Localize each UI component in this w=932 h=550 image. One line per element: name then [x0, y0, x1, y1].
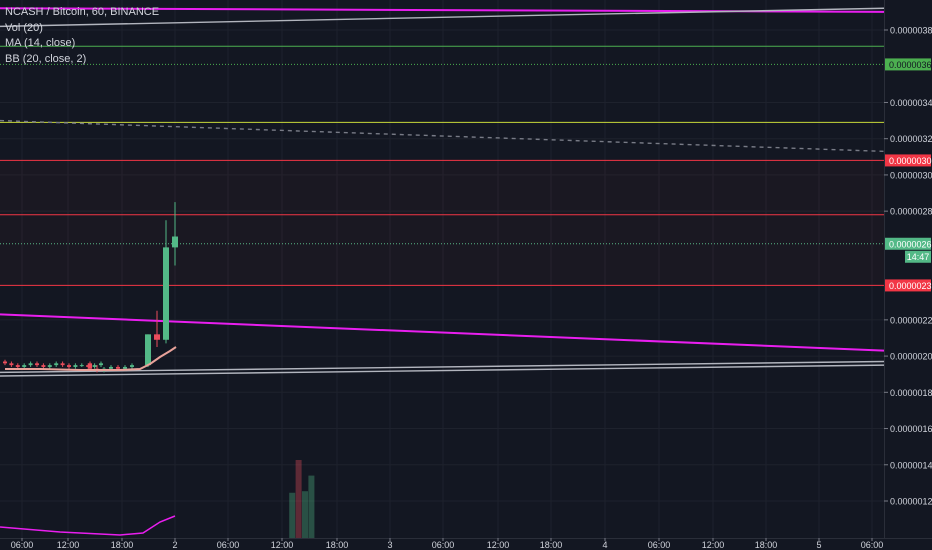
time-tick-label: 18:00: [326, 540, 349, 550]
time-axis[interactable]: 06:00 12:00 18:00 2 06:00 12:00 18:00 3 06:00 12:…: [0, 538, 932, 550]
volume-indicator-label[interactable]: Vol (20): [5, 21, 159, 37]
price-tick-label: 0.00000380: [890, 26, 932, 36]
candle-body[interactable]: [123, 366, 127, 369]
time-tick-label: 5: [816, 540, 821, 550]
price-tick-label: 0.00000280: [890, 207, 932, 217]
candle-body[interactable]: [109, 366, 113, 369]
time-tick-label: 12:00: [271, 540, 294, 550]
price-tick-label: 0.00000120: [890, 497, 932, 507]
candle-body[interactable]: [41, 365, 46, 367]
candle-body[interactable]: [67, 365, 71, 367]
candle-body[interactable]: [92, 365, 97, 367]
price-tick-label: 0.00000160: [890, 424, 932, 434]
time-tick-label: 18:00: [755, 540, 778, 550]
candle-body[interactable]: [9, 363, 14, 366]
volume-bar: [308, 475, 315, 538]
time-tick-label: 06:00: [648, 540, 671, 550]
candle-body[interactable]: [154, 334, 160, 340]
volume-bar: [302, 491, 308, 538]
price-label-text: 0.00000361: [889, 60, 932, 70]
bb-indicator-label[interactable]: BB (20, close, 2): [5, 52, 159, 68]
price-axis[interactable]: 0.00000380 0.00000340 0.00000320 0.00000300…: [884, 0, 932, 550]
time-tick-label: 2: [172, 540, 177, 550]
time-axis-bg: [0, 538, 932, 550]
time-tick-label: 18:00: [111, 540, 134, 550]
price-tick-label: 0.00000340: [890, 98, 932, 108]
candle-body[interactable]: [60, 363, 65, 366]
time-tick-label: 4: [602, 540, 607, 550]
countdown-text: 14:47: [907, 252, 930, 262]
time-tick-label: 12:00: [702, 540, 725, 550]
price-label-text: 0.00000308: [889, 156, 932, 166]
candle-body[interactable]: [54, 363, 59, 366]
candle-body[interactable]: [172, 236, 178, 248]
candle-body[interactable]: [3, 361, 7, 364]
volume-bar: [295, 460, 302, 538]
candle-body[interactable]: [116, 366, 120, 369]
price-tick-label: 0.00000300: [890, 170, 932, 180]
symbol-title[interactable]: NCASH / Bitcoin, 60, BINANCE: [5, 5, 159, 21]
candle-body[interactable]: [88, 363, 92, 369]
price-tick-label: 0.00000200: [890, 352, 932, 362]
price-chart[interactable]: 0.00000380 0.00000340 0.00000320 0.00000300…: [0, 0, 932, 550]
candle-body[interactable]: [28, 363, 33, 366]
time-tick-label: 06:00: [861, 540, 884, 550]
price-tick-label: 0.00000320: [890, 134, 932, 144]
price-tick-label: 0.00000140: [890, 460, 932, 470]
price-tick-label: 0.00000220: [890, 315, 932, 325]
time-tick-label: 06:00: [432, 540, 455, 550]
candle-body[interactable]: [99, 363, 103, 366]
chart-legend: NCASH / Bitcoin, 60, BINANCE Vol (20) MA…: [5, 5, 159, 67]
price-label-text: 0.00000239: [889, 281, 932, 291]
time-tick-label: 3: [387, 540, 392, 550]
zone-fill: [0, 160, 884, 285]
ma-indicator-label[interactable]: MA (14, close): [5, 36, 159, 52]
candle-body[interactable]: [79, 365, 84, 367]
time-tick-label: 18:00: [540, 540, 563, 550]
candle-body[interactable]: [130, 365, 134, 367]
candle-body[interactable]: [35, 363, 39, 366]
volume-bar: [289, 492, 296, 538]
time-tick-label: 12:00: [57, 540, 80, 550]
time-tick-label: 06:00: [11, 540, 34, 550]
candle-body[interactable]: [73, 365, 78, 367]
candle-body[interactable]: [145, 334, 151, 366]
candle-body[interactable]: [163, 247, 169, 340]
candle-body[interactable]: [47, 365, 52, 367]
time-tick-label: 06:00: [217, 540, 240, 550]
price-tick-label: 0.00000180: [890, 388, 932, 398]
price-label-text: 0.00000262: [889, 239, 932, 249]
candle-body[interactable]: [22, 365, 27, 367]
time-tick-label: 12:00: [487, 540, 510, 550]
candle-body[interactable]: [15, 365, 20, 367]
